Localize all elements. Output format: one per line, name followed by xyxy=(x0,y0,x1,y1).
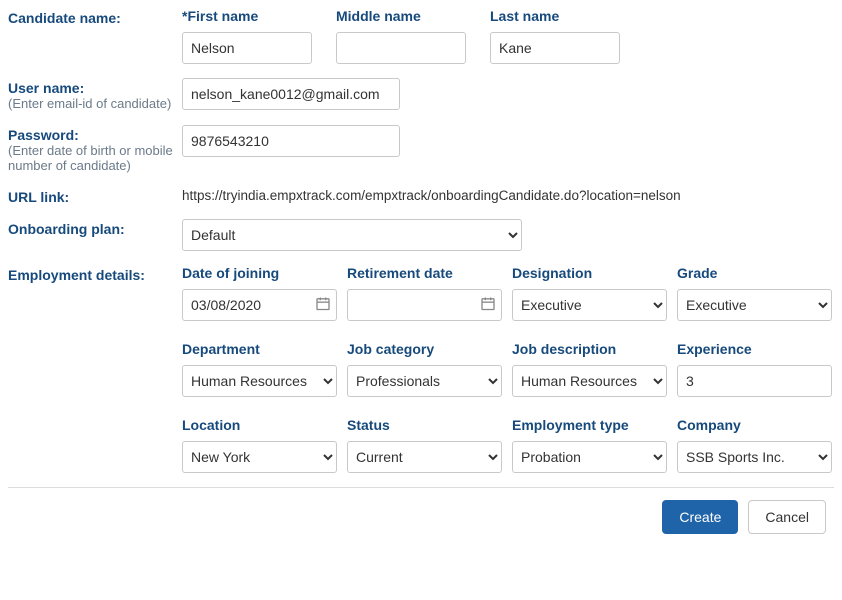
create-button[interactable]: Create xyxy=(662,500,738,534)
status-select[interactable]: Current xyxy=(347,441,502,473)
first-name-label: *First name xyxy=(182,8,312,24)
department-label: Department xyxy=(182,341,337,357)
date-of-joining-input[interactable] xyxy=(182,289,337,321)
experience-label: Experience xyxy=(677,341,832,357)
url-link-value: https://tryindia.empxtrack.com/empxtrack… xyxy=(182,188,681,203)
url-link-label: URL link: xyxy=(8,187,182,205)
user-name-hint: (Enter email-id of candidate) xyxy=(8,96,182,111)
cancel-button[interactable]: Cancel xyxy=(748,500,826,534)
status-label: Status xyxy=(347,417,502,433)
footer-actions: Create Cancel xyxy=(8,487,834,546)
middle-name-input[interactable] xyxy=(336,32,466,64)
designation-label: Designation xyxy=(512,265,667,281)
employment-type-select[interactable]: Probation xyxy=(512,441,667,473)
date-of-joining-label: Date of joining xyxy=(182,265,337,281)
company-label: Company xyxy=(677,417,832,433)
user-name-label: User name: (Enter email-id of candidate) xyxy=(8,78,182,111)
onboarding-plan-label: Onboarding plan: xyxy=(8,219,182,237)
department-select[interactable]: Human Resources xyxy=(182,365,337,397)
user-name-input[interactable] xyxy=(182,78,400,110)
employment-details-label: Employment details: xyxy=(8,265,182,283)
retirement-date-input[interactable] xyxy=(347,289,502,321)
company-select[interactable]: SSB Sports Inc. xyxy=(677,441,832,473)
first-name-input[interactable] xyxy=(182,32,312,64)
job-category-label: Job category xyxy=(347,341,502,357)
last-name-label: Last name xyxy=(490,8,620,24)
location-label: Location xyxy=(182,417,337,433)
job-description-select[interactable]: Human Resources xyxy=(512,365,667,397)
onboarding-plan-select[interactable]: Default xyxy=(182,219,522,251)
employment-type-label: Employment type xyxy=(512,417,667,433)
middle-name-label: Middle name xyxy=(336,8,466,24)
password-label: Password: (Enter date of birth or mobile… xyxy=(8,125,182,173)
last-name-input[interactable] xyxy=(490,32,620,64)
experience-input[interactable] xyxy=(677,365,832,397)
designation-select[interactable]: Executive xyxy=(512,289,667,321)
grade-select[interactable]: Executive xyxy=(677,289,832,321)
grade-label: Grade xyxy=(677,265,832,281)
password-input[interactable] xyxy=(182,125,400,157)
job-description-label: Job description xyxy=(512,341,667,357)
retirement-date-label: Retirement date xyxy=(347,265,502,281)
location-select[interactable]: New York xyxy=(182,441,337,473)
password-hint: (Enter date of birth or mobile number of… xyxy=(8,143,182,173)
job-category-select[interactable]: Professionals xyxy=(347,365,502,397)
candidate-name-label: Candidate name: xyxy=(8,8,182,26)
